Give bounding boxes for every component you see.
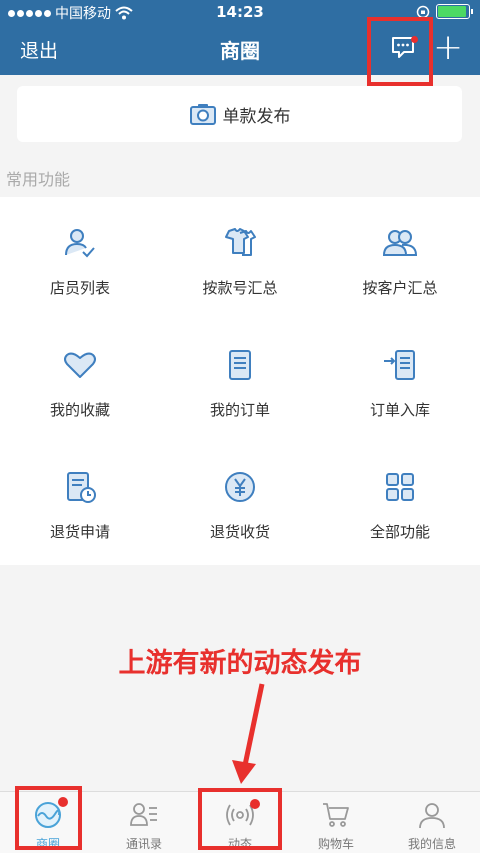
single-publish-label: 单款发布 bbox=[222, 106, 291, 127]
tab-my-info[interactable]: 我的信息 bbox=[384, 792, 480, 853]
function-return-receive[interactable]: 退货收货 bbox=[160, 443, 320, 565]
camera-icon bbox=[189, 104, 216, 125]
tab-label: 通讯录 bbox=[125, 837, 162, 851]
function-label: 按客户汇总 bbox=[362, 279, 438, 297]
function-grid: 店员列表 按款号汇总 按客户汇总 我的收藏 我的订单 订单入库 退货申请 退货收… bbox=[0, 197, 480, 565]
staff-icon bbox=[65, 229, 95, 258]
function-label: 全部功能 bbox=[369, 523, 430, 541]
function-by-customer[interactable]: 按客户汇总 bbox=[320, 199, 480, 321]
stock-in-icon bbox=[384, 350, 415, 380]
order-icon bbox=[229, 350, 251, 380]
yen-icon bbox=[225, 472, 255, 502]
battery-icon bbox=[436, 4, 473, 19]
heart-icon bbox=[64, 352, 96, 378]
return-request-icon bbox=[67, 472, 96, 503]
section-title: 常用功能 bbox=[6, 170, 71, 189]
highlight-box-business-tab bbox=[15, 786, 82, 850]
add-button[interactable]: + bbox=[433, 28, 463, 68]
function-return-request[interactable]: 退货申请 bbox=[0, 443, 160, 565]
function-label: 我的收藏 bbox=[49, 401, 110, 419]
tab-cart[interactable]: 购物车 bbox=[288, 792, 384, 853]
single-publish-button[interactable]: 单款发布 bbox=[17, 86, 462, 142]
cart-icon bbox=[323, 803, 349, 827]
function-label: 订单入库 bbox=[369, 401, 430, 419]
function-my-orders[interactable]: 我的订单 bbox=[160, 321, 320, 443]
function-label: 退货申请 bbox=[49, 523, 110, 541]
tab-label: 我的信息 bbox=[407, 837, 456, 851]
function-label: 我的订单 bbox=[209, 401, 270, 419]
tab-label: 购物车 bbox=[317, 837, 354, 851]
function-order-stock-in[interactable]: 订单入库 bbox=[320, 321, 480, 443]
grid-icon bbox=[386, 473, 414, 501]
highlight-box-message bbox=[367, 17, 433, 86]
customers-icon bbox=[382, 230, 418, 256]
contacts-icon bbox=[130, 803, 157, 826]
function-label: 退货收货 bbox=[209, 523, 270, 541]
function-staff-list[interactable]: 店员列表 bbox=[0, 199, 160, 321]
clothes-icon bbox=[225, 228, 256, 256]
function-favorites[interactable]: 我的收藏 bbox=[0, 321, 160, 443]
function-by-style[interactable]: 按款号汇总 bbox=[160, 199, 320, 321]
annotation-text: 上游有新的动态发布 bbox=[118, 648, 362, 679]
profile-icon bbox=[419, 803, 445, 829]
function-label: 按款号汇总 bbox=[202, 279, 278, 297]
battery-level bbox=[438, 6, 467, 17]
tab-contacts[interactable]: 通讯录 bbox=[96, 792, 192, 853]
annotation-arrow-icon bbox=[232, 683, 265, 784]
highlight-box-dynamics-tab bbox=[198, 788, 282, 850]
function-all[interactable]: 全部功能 bbox=[320, 443, 480, 565]
function-label: 店员列表 bbox=[49, 279, 110, 297]
